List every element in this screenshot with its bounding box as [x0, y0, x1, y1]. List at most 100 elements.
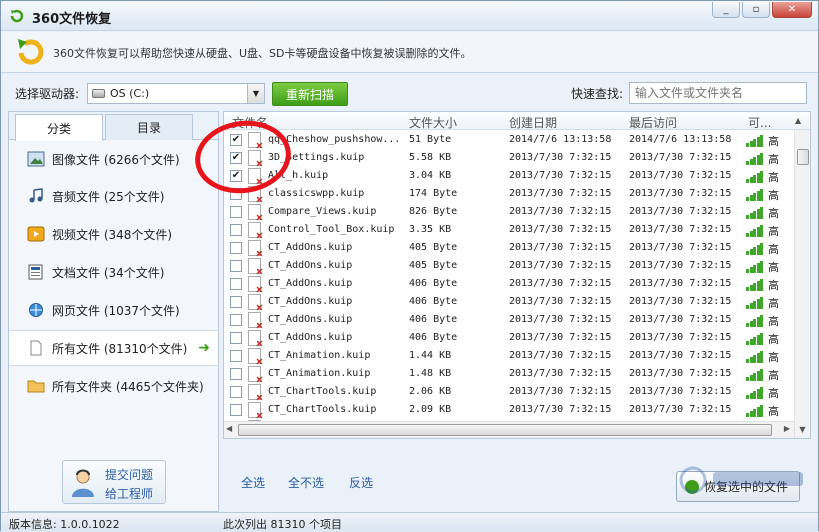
table-row[interactable]: CT_Animation.kuip 1.44 KB 2013/7/30 7:32:1… [224, 347, 794, 365]
restore-label: 恢复选中的文件 [703, 480, 788, 494]
scroll-left-icon[interactable]: ◀ [226, 424, 232, 433]
search-label: 快速查找: [571, 87, 624, 101]
category-item-folders[interactable]: 所有文件夹 (4465个文件夹) [9, 368, 218, 404]
column-header-size[interactable]: 文件大小 [409, 114, 457, 131]
signal-bars-icon [746, 135, 763, 147]
category-label: 所有文件夹 (4465个文件夹) [52, 379, 204, 394]
file-created: 2013/7/30 7:32:15 [509, 206, 612, 217]
signal-bars-icon [746, 387, 763, 399]
signal-bars-icon [746, 243, 763, 255]
deleted-file-icon [248, 330, 261, 346]
row-checkbox[interactable] [230, 242, 242, 254]
file-accessed: 2013/7/30 7:32:15 [629, 188, 732, 199]
row-checkbox[interactable] [230, 368, 242, 380]
column-header-created[interactable]: 创建日期 [509, 114, 557, 131]
drive-select[interactable]: OS (C:) ▼ [87, 83, 265, 104]
horizontal-scrollbar[interactable]: ◀ ▶ [224, 421, 794, 438]
select-all-link[interactable]: 全选 [241, 474, 265, 491]
table-row[interactable]: CT_ChartTools.kuip 2.06 KB 2013/7/30 7:32:… [224, 383, 794, 401]
tab-category[interactable]: 分类 [15, 114, 103, 141]
row-checkbox[interactable] [230, 206, 242, 218]
file-created: 2013/7/30 7:32:15 [509, 224, 612, 235]
row-checkbox[interactable]: ✔ [230, 134, 242, 146]
drive-value: OS (C:) [110, 87, 150, 100]
table-row[interactable]: ✔ qq_Cheshow_pushshow... 51 Byte 2014/7/6 1… [224, 131, 794, 149]
file-accessed: 2013/7/30 7:32:15 [629, 386, 732, 397]
row-checkbox[interactable] [230, 314, 242, 326]
restore-selected-button[interactable]: 恢复选中的文件 [676, 471, 800, 502]
table-row[interactable]: Control_Tool_Box.kuip 3.35 KB 2013/7/30 7:… [224, 221, 794, 239]
table-row[interactable]: CT_AddOns.kuip 406 Byte 2013/7/30 7:32:15 2… [224, 329, 794, 347]
table-row[interactable]: CT_ChartTools.kuip 2.09 KB 2013/7/30 7:32:… [224, 401, 794, 419]
scrollbar-thumb[interactable] [797, 149, 809, 165]
file-name: CT_Animation.kuip [268, 350, 371, 361]
file-size: 406 Byte [409, 332, 458, 343]
file-name: 3D_Settings.kuip [268, 152, 365, 163]
table-row[interactable]: CT_AddOns.kuip 405 Byte 2013/7/30 7:32:15 2… [224, 257, 794, 275]
category-item-webpages[interactable]: 网页文件 (1037个文件) [9, 292, 218, 328]
vertical-scrollbar[interactable]: ▼ [794, 130, 810, 438]
file-size: 5.58 KB [409, 152, 452, 163]
column-header-recoverability[interactable]: 可... [748, 114, 771, 131]
file-accessed: 2013/7/30 7:32:15 [629, 224, 732, 235]
row-checkbox[interactable] [230, 224, 242, 236]
rescan-button[interactable]: 重新扫描 [272, 82, 348, 106]
row-checkbox[interactable]: ✔ [230, 170, 242, 182]
category-item-images[interactable]: 图像文件 (6266个文件) [9, 141, 218, 177]
table-row[interactable]: CT_AddOns.kuip 405 Byte 2013/7/30 7:32:15 2… [224, 239, 794, 257]
table-row[interactable]: CT_AddOns.kuip 406 Byte 2013/7/30 7:32:15 2… [224, 275, 794, 293]
scroll-right-icon[interactable]: ▶ [784, 424, 790, 433]
close-button[interactable]: ✕ [772, 2, 812, 18]
table-row[interactable]: Compare_Views.kuip 826 Byte 2013/7/30 7:32… [224, 203, 794, 221]
signal-bars-icon [746, 351, 763, 363]
minimize-button[interactable]: _ [712, 2, 740, 18]
file-size: 826 Byte [409, 206, 458, 217]
category-label: 网页文件 (1037个文件) [52, 303, 180, 318]
search-input[interactable] [629, 82, 807, 104]
horizontal-scrollbar-thumb[interactable] [238, 424, 772, 436]
support-line-2: 给工程师 [105, 487, 154, 501]
file-size: 406 Byte [409, 296, 458, 307]
maximize-button[interactable]: ▫ [742, 2, 770, 18]
row-checkbox[interactable] [230, 260, 242, 272]
signal-bars-icon [746, 261, 763, 273]
table-row[interactable]: CT_AddOns.kuip 406 Byte 2013/7/30 7:32:15 2… [224, 311, 794, 329]
scroll-down-icon[interactable]: ▼ [795, 421, 810, 437]
table-row[interactable]: ✔ 3D_Settings.kuip 5.58 KB 2013/7/30 7:32:1… [224, 149, 794, 167]
category-item-all-files[interactable]: 所有文件 (81310个文件) ➜ [9, 330, 218, 366]
signal-bars-icon [746, 207, 763, 219]
deleted-file-icon [248, 384, 261, 400]
table-row[interactable]: ✔ All_h.kuip 3.04 KB 2013/7/30 7:32:15 2013/… [224, 167, 794, 185]
category-item-video[interactable]: 视频文件 (348个文件) [9, 216, 218, 252]
tab-directory[interactable]: 目录 [105, 114, 193, 140]
contact-engineer-button[interactable]: 提交问题 给工程师 [62, 460, 166, 504]
table-row[interactable]: CT_AddOns.kuip 406 Byte 2013/7/30 7:32:15 2… [224, 293, 794, 311]
recoverability: 高 [768, 351, 779, 364]
chevron-down-icon[interactable]: ▼ [247, 84, 264, 103]
deleted-file-icon [248, 204, 261, 220]
table-row[interactable]: CT_Animation.kuip 1.48 KB 2013/7/30 7:32:1… [224, 365, 794, 383]
file-size: 405 Byte [409, 242, 458, 253]
file-created: 2013/7/30 7:32:15 [509, 152, 612, 163]
row-checkbox[interactable] [230, 404, 242, 416]
scroll-up-icon[interactable]: ▲ [795, 116, 801, 125]
row-checkbox[interactable] [230, 296, 242, 308]
row-checkbox[interactable] [230, 386, 242, 398]
row-checkbox[interactable] [230, 278, 242, 290]
invert-selection-link[interactable]: 反选 [349, 474, 373, 491]
category-item-audio[interactable]: 音频文件 (25个文件) [9, 178, 218, 214]
row-checkbox[interactable] [230, 332, 242, 344]
table-row[interactable]: classicswpp.kuip 174 Byte 2013/7/30 7:32:1… [224, 185, 794, 203]
signal-bars-icon [746, 369, 763, 381]
signal-bars-icon [746, 405, 763, 417]
row-checkbox[interactable]: ✔ [230, 152, 242, 164]
row-checkbox[interactable] [230, 188, 242, 200]
file-accessed: 2013/7/30 7:32:15 [629, 368, 732, 379]
recoverability: 高 [768, 333, 779, 346]
category-item-documents[interactable]: 文档文件 (34个文件) [9, 254, 218, 290]
select-none-link[interactable]: 全不选 [288, 474, 324, 491]
file-created: 2013/7/30 7:32:15 [509, 386, 612, 397]
row-checkbox[interactable] [230, 350, 242, 362]
column-header-name[interactable]: 文件名 [232, 114, 268, 131]
column-header-accessed[interactable]: 最后访问 [629, 114, 677, 131]
